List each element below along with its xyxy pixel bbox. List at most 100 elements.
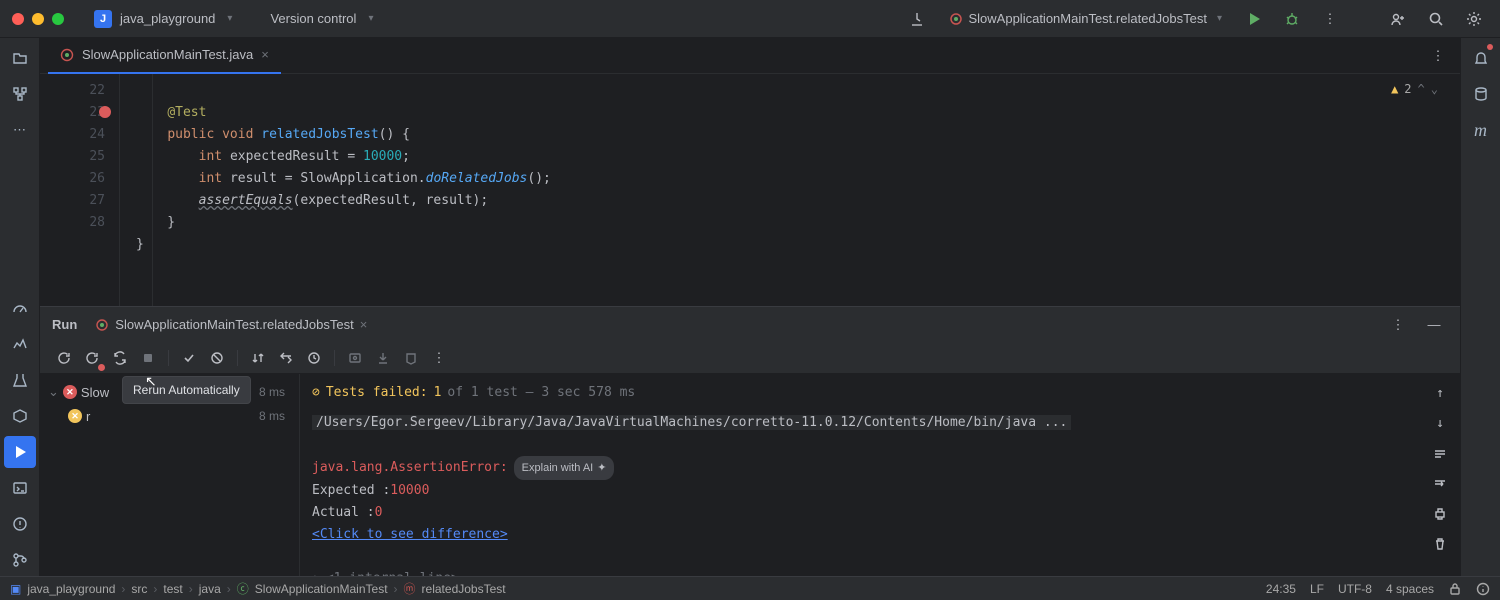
show-ignored-icon[interactable] xyxy=(205,346,229,370)
status-info-icon[interactable] xyxy=(1476,582,1490,596)
services-tool-icon[interactable] xyxy=(4,400,36,432)
notifications-icon[interactable] xyxy=(1465,42,1497,74)
code-editor[interactable]: 22 23 24 25 26 27 28 @Test public void r… xyxy=(40,74,1460,306)
close-tab-icon[interactable]: × xyxy=(261,47,269,62)
run-tool-icon[interactable] xyxy=(4,436,36,468)
status-bar: ▣ java_playground› src› test› java› ⓒSlo… xyxy=(0,576,1500,600)
inspections-icon[interactable] xyxy=(903,5,931,33)
breadcrumb-item[interactable]: SlowApplicationMainTest xyxy=(255,582,388,596)
chevron-down-icon[interactable]: ⌄ xyxy=(48,384,59,400)
run-panel-header: Run SlowApplicationMainTest.relatedJobsT… xyxy=(40,306,1460,342)
more-tool-icon[interactable]: ⋯ xyxy=(4,114,36,146)
collab-icon[interactable] xyxy=(1384,5,1412,33)
breadcrumb-item[interactable]: relatedJobsTest xyxy=(422,582,506,596)
sort-icon[interactable] xyxy=(246,346,270,370)
clear-icon[interactable] xyxy=(1428,532,1452,556)
cursor-icon: ↖ xyxy=(145,373,157,390)
meter-tool-icon[interactable] xyxy=(4,292,36,324)
profiler-tool-icon[interactable] xyxy=(4,328,36,360)
min-window-button[interactable] xyxy=(32,13,44,25)
maven-icon[interactable]: m xyxy=(1465,114,1497,146)
project-tool-icon[interactable] xyxy=(4,42,36,74)
close-run-tab-icon[interactable]: × xyxy=(360,317,368,332)
run-config-selector[interactable]: SlowApplicationMainTest.relatedJobsTest … xyxy=(941,7,1231,30)
scroll-to-end-icon[interactable] xyxy=(1428,472,1452,496)
chevron-down-icon: ▾ xyxy=(227,13,232,24)
rerun-failed-icon[interactable] xyxy=(80,346,104,370)
breakpoint-icon[interactable] xyxy=(99,106,111,118)
expand-icon[interactable] xyxy=(274,346,298,370)
run-panel-more-icon[interactable]: ⋮ xyxy=(1384,311,1412,339)
warning-icon: ⊘ xyxy=(312,382,320,404)
line-separator[interactable]: LF xyxy=(1310,582,1324,596)
minimize-panel-icon[interactable]: — xyxy=(1420,311,1448,339)
file-tab[interactable]: SlowApplicationMainTest.java × xyxy=(48,38,281,74)
breadcrumb-item[interactable]: java xyxy=(199,582,221,596)
close-window-button[interactable] xyxy=(12,13,24,25)
run-config-label: SlowApplicationMainTest.relatedJobsTest xyxy=(969,11,1207,26)
traffic-lights xyxy=(12,13,64,25)
export-icon[interactable] xyxy=(371,346,395,370)
left-toolbar: ⋯ xyxy=(0,38,40,576)
test-file-icon xyxy=(60,48,74,62)
breadcrumb-item[interactable]: test xyxy=(163,582,182,596)
chevron-down-icon: ▾ xyxy=(1217,13,1222,24)
tooltip: ↖ Rerun Automatically xyxy=(122,376,251,404)
project-name: java_playground xyxy=(120,11,215,26)
explain-ai-button[interactable]: Explain with AI ✦ xyxy=(514,456,615,480)
project-badge: J xyxy=(94,10,112,28)
file-tab-label: SlowApplicationMainTest.java xyxy=(82,47,253,62)
project-selector[interactable]: J java_playground ▾ xyxy=(86,6,240,32)
breadcrumb-item[interactable]: src xyxy=(131,582,147,596)
fold-icon[interactable]: › xyxy=(312,571,320,576)
caret-position[interactable]: 24:35 xyxy=(1266,582,1296,596)
vcs-tool-icon[interactable] xyxy=(4,544,36,576)
breadcrumb-item[interactable]: java_playground xyxy=(27,582,115,596)
test-output[interactable]: ⊘ Tests failed: 1 of 1 test – 3 sec 578 … xyxy=(300,374,1460,576)
tab-more-icon[interactable]: ⋮ xyxy=(1424,42,1452,70)
soft-wrap-icon[interactable] xyxy=(1428,442,1452,466)
history-icon[interactable] xyxy=(302,346,326,370)
warning-icon: ▲ xyxy=(1391,78,1398,100)
print-icon[interactable] xyxy=(1428,502,1452,526)
problems-tool-icon[interactable] xyxy=(4,508,36,540)
search-icon[interactable] xyxy=(1422,5,1450,33)
toolbar-more-icon[interactable]: ⋮ xyxy=(427,346,451,370)
editor-tab-row: SlowApplicationMainTest.java × ⋮ xyxy=(40,38,1460,74)
run-tab-label[interactable]: Run xyxy=(52,317,77,332)
show-passed-icon[interactable] xyxy=(177,346,201,370)
indent[interactable]: 4 spaces xyxy=(1386,582,1434,596)
scroll-up-icon[interactable]: ↑ xyxy=(1428,382,1452,406)
test-tree-item[interactable]: ✕ r 8 ms xyxy=(40,404,299,428)
more-actions-icon[interactable]: ⋮ xyxy=(1316,5,1344,33)
run-toolbar: ⋮ ↖ Rerun Automatically xyxy=(40,342,1460,374)
terminal-tool-icon[interactable] xyxy=(4,472,36,504)
java-command: /Users/Egor.Sergeev/Library/Java/JavaVir… xyxy=(312,415,1071,430)
fail-icon: ✕ xyxy=(63,385,77,399)
code-area[interactable]: @Test public void relatedJobsTest() { in… xyxy=(120,74,1460,306)
coverage-icon[interactable] xyxy=(399,346,423,370)
error-class: java.lang.AssertionError: xyxy=(312,460,508,475)
right-toolbar: m xyxy=(1460,38,1500,576)
scroll-down-icon[interactable]: ↓ xyxy=(1428,412,1452,436)
see-difference-link[interactable]: <Click to see difference> xyxy=(312,527,508,542)
database-icon[interactable] xyxy=(1465,78,1497,110)
debug-button[interactable] xyxy=(1278,5,1306,33)
gutter: 22 23 24 25 26 27 28 xyxy=(40,74,120,306)
test-tree[interactable]: ⌄ ✕ Slow 8 ms ✕ r 8 ms xyxy=(40,374,300,576)
rerun-icon[interactable] xyxy=(52,346,76,370)
stop-icon[interactable] xyxy=(136,346,160,370)
auto-rerun-icon[interactable] xyxy=(108,346,132,370)
run-config-tab[interactable]: SlowApplicationMainTest.relatedJobsTest … xyxy=(87,313,375,336)
import-icon[interactable] xyxy=(343,346,367,370)
vcs-menu[interactable]: Version control ▾ xyxy=(262,7,381,30)
titlebar: J java_playground ▾ Version control ▾ Sl… xyxy=(0,0,1500,38)
readonly-icon[interactable] xyxy=(1448,582,1462,596)
settings-icon[interactable] xyxy=(1460,5,1488,33)
inspection-badge[interactable]: ▲ 2 ^ ⌄ xyxy=(1391,78,1438,100)
max-window-button[interactable] xyxy=(52,13,64,25)
run-button[interactable] xyxy=(1240,5,1268,33)
structure-tool-icon[interactable] xyxy=(4,78,36,110)
build-tool-icon[interactable] xyxy=(4,364,36,396)
encoding[interactable]: UTF-8 xyxy=(1338,582,1372,596)
